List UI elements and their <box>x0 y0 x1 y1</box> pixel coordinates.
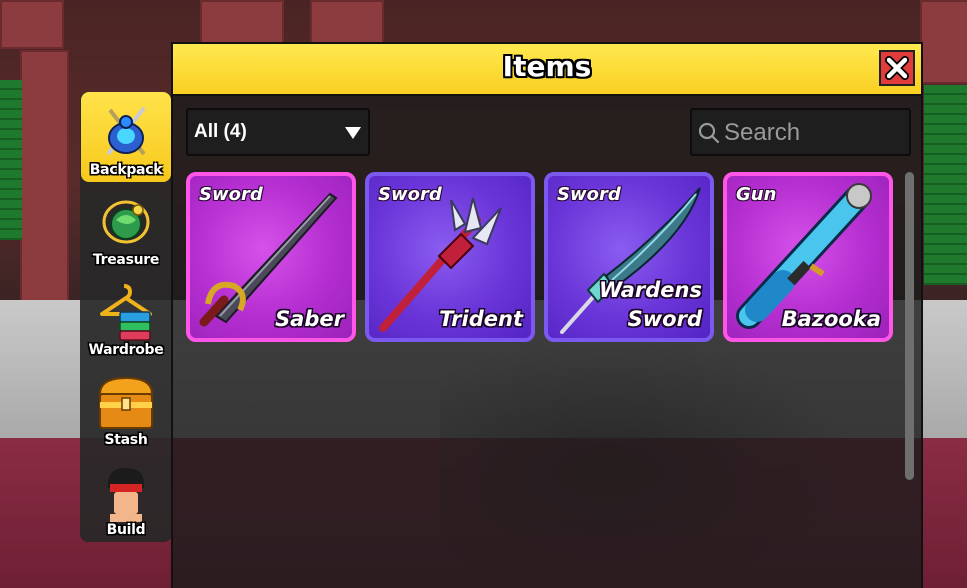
brick-wall-segment <box>310 0 384 46</box>
backpack-icon <box>106 106 146 156</box>
brick-pillar <box>20 50 69 304</box>
item-type-label: Sword <box>378 184 442 205</box>
brick-wall-segment <box>200 0 284 46</box>
close-icon <box>885 56 909 80</box>
item-name-label: Trident <box>439 307 523 331</box>
brick-wall-segment <box>920 0 967 84</box>
nav-label-wardrobe: Wardrobe <box>88 342 164 358</box>
window-title: Items <box>502 50 592 83</box>
item-name-label: Saber <box>275 307 344 331</box>
item-list-scrollbar[interactable] <box>905 172 914 480</box>
item-type-label: Sword <box>199 184 263 205</box>
build-avatar-icon <box>107 468 145 522</box>
item-card-trident[interactable]: Sword Trident <box>365 172 535 342</box>
nav-build-button[interactable]: Build <box>80 452 172 542</box>
nav-backpack-button[interactable]: Backpack <box>81 92 171 182</box>
item-card-saber[interactable]: Sword Saber <box>186 172 356 342</box>
search-input[interactable] <box>722 110 906 156</box>
title-bar: Items <box>173 44 921 96</box>
nav-treasure-button[interactable]: Treasure <box>80 182 172 272</box>
green-shutter <box>924 85 967 285</box>
item-type-label: Sword <box>557 184 621 205</box>
green-shutter <box>0 80 22 240</box>
search-box <box>690 108 911 156</box>
nav-wardrobe-button[interactable]: Wardrobe <box>80 272 172 362</box>
side-menu: Backpack Treasure Wardrobe Stash Build <box>80 92 172 542</box>
item-name-label: Bazooka <box>781 307 881 331</box>
items-window: Items All (4) Search Sword Saber Sword T… <box>171 42 923 588</box>
nav-stash-button[interactable]: Stash <box>80 362 172 452</box>
wardrobe-icon <box>100 284 152 341</box>
item-type-label: Gun <box>736 184 777 205</box>
nav-label-backpack: Backpack <box>89 162 163 178</box>
search-icon <box>698 122 720 144</box>
nav-label-build: Build <box>106 522 146 538</box>
nav-label-treasure: Treasure <box>92 252 160 268</box>
stash-chest-icon <box>98 376 154 429</box>
brick-wall-segment <box>0 0 64 49</box>
item-card-wardens-sword[interactable]: Sword Wardens Sword <box>544 172 714 342</box>
filter-selected-value: All (4) <box>194 121 247 142</box>
item-name-label: Wardens Sword <box>599 278 702 331</box>
treasure-icon <box>102 200 150 244</box>
close-button[interactable] <box>879 50 915 86</box>
item-card-bazooka[interactable]: Gun Bazooka <box>723 172 893 342</box>
category-filter-dropdown[interactable]: All (4) <box>186 108 370 156</box>
chevron-down-icon <box>345 127 361 139</box>
nav-label-stash: Stash <box>104 432 148 448</box>
